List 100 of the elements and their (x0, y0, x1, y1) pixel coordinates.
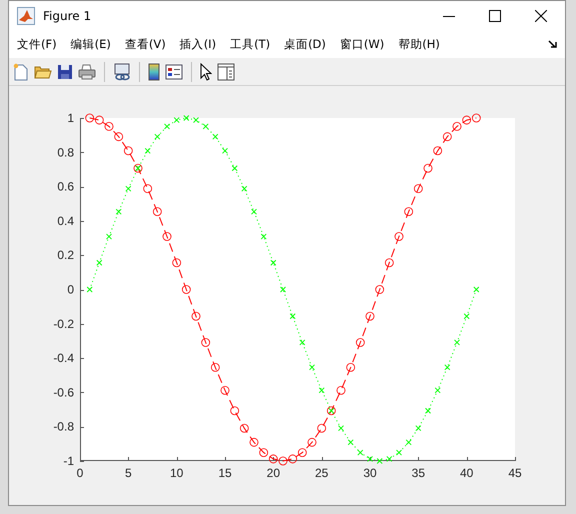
circle-marker (346, 362, 356, 372)
circle-marker (104, 122, 114, 131)
circle-marker (375, 285, 384, 294)
printer-icon[interactable] (78, 64, 96, 80)
close-icon[interactable] (535, 10, 547, 22)
circle-marker (336, 386, 346, 395)
circle-marker (433, 146, 442, 156)
cross-marker (96, 260, 102, 266)
tick-label: 45 (508, 466, 522, 480)
tick-label: 0.2 (57, 248, 74, 262)
app-icon (17, 7, 35, 25)
menu-item[interactable]: 文件(F) (17, 37, 57, 52)
tick-label: 35 (412, 466, 426, 480)
pointer-icon[interactable] (200, 62, 212, 80)
cross-marker (241, 186, 248, 192)
circle-marker (220, 386, 230, 395)
menu-item[interactable]: 工具(T) (230, 37, 270, 52)
circle-marker (298, 448, 307, 457)
dock-arrow-icon[interactable] (548, 40, 557, 49)
circle-marker (259, 448, 268, 457)
circle-marker (172, 258, 182, 268)
circle-marker (356, 338, 365, 347)
tick-label: 0.8 (57, 145, 74, 160)
tick-label: 1 (67, 111, 74, 125)
cross-marker (396, 450, 402, 456)
cross-marker (232, 165, 238, 172)
cross-marker (464, 313, 470, 320)
menu-item[interactable]: 帮助(H) (398, 37, 440, 52)
menu-item[interactable]: 查看(V) (124, 37, 166, 52)
cross-marker (106, 234, 112, 240)
window-title: Figure 1 (43, 9, 92, 23)
cross-marker (357, 450, 364, 456)
cross-marker (164, 123, 170, 130)
circle-marker (201, 338, 210, 347)
circle-marker (192, 312, 200, 321)
circle-marker (143, 184, 152, 194)
cross-marker (290, 313, 296, 320)
circle-marker (472, 114, 481, 122)
tick-label: -0.6 (53, 385, 74, 400)
linked-plot-icon[interactable] (113, 62, 131, 80)
circle-marker (240, 424, 249, 433)
tick-label: 0.6 (57, 180, 74, 194)
cross-marker (434, 387, 441, 394)
new-file-icon[interactable] (13, 62, 29, 80)
tick-label: -0.8 (53, 420, 74, 434)
colorbar-icon[interactable] (148, 62, 160, 80)
circle-marker (414, 184, 423, 194)
circle-marker (250, 438, 258, 447)
circle-marker (210, 362, 220, 372)
tick-label: 5 (125, 466, 132, 480)
cross-marker (454, 340, 460, 346)
cross-marker (125, 186, 132, 192)
circle-marker (152, 207, 162, 216)
panel-icon[interactable] (217, 62, 235, 80)
circle-marker (366, 312, 374, 321)
cross-marker (299, 340, 306, 346)
cross-marker (116, 208, 122, 215)
cross-marker (222, 148, 228, 154)
folder-icon[interactable] (34, 64, 52, 80)
circle-marker (114, 132, 124, 142)
tick-label: 40 (460, 466, 474, 480)
tick-label: -0.2 (53, 316, 74, 331)
legend-icon[interactable] (165, 64, 183, 80)
tick-label: 10 (170, 466, 184, 480)
tick-label: -1 (63, 454, 74, 468)
cross-marker (202, 123, 209, 130)
cross-marker (444, 364, 450, 370)
menu-item[interactable]: 桌面(D) (284, 37, 326, 52)
maximize-icon[interactable] (489, 10, 501, 22)
circle-marker (124, 146, 133, 156)
tick-label: 0.4 (57, 214, 74, 228)
circle-marker (404, 207, 414, 216)
circle-marker (442, 132, 452, 142)
cross-marker (415, 425, 422, 432)
tick-label: 15 (218, 466, 232, 480)
cross-marker (251, 208, 257, 215)
menu-item[interactable]: 编辑(E) (70, 37, 111, 52)
cross-marker (144, 148, 151, 154)
circle-marker (317, 424, 326, 433)
cross-marker (212, 134, 218, 140)
cross-marker (348, 439, 354, 446)
circle-marker (162, 232, 172, 241)
circle-marker (394, 232, 404, 241)
tick-label: 0 (67, 282, 74, 296)
cross-marker (338, 425, 344, 432)
circle-marker (384, 258, 394, 268)
cross-marker (270, 260, 276, 266)
circle-marker (230, 406, 240, 416)
tick-label: 25 (314, 466, 328, 480)
menu-item[interactable]: 窗口(W) (340, 37, 384, 52)
tick-label: 20 (266, 466, 280, 480)
cross-marker (318, 387, 325, 394)
menu-item[interactable]: 插入(I) (180, 37, 216, 52)
cross-marker (280, 286, 286, 292)
cross-marker (406, 439, 412, 446)
cross-marker (260, 234, 267, 240)
circle-marker (424, 164, 432, 173)
tick-label: 0 (76, 466, 84, 480)
tick-label: 30 (363, 466, 377, 480)
circle-marker (452, 122, 462, 131)
